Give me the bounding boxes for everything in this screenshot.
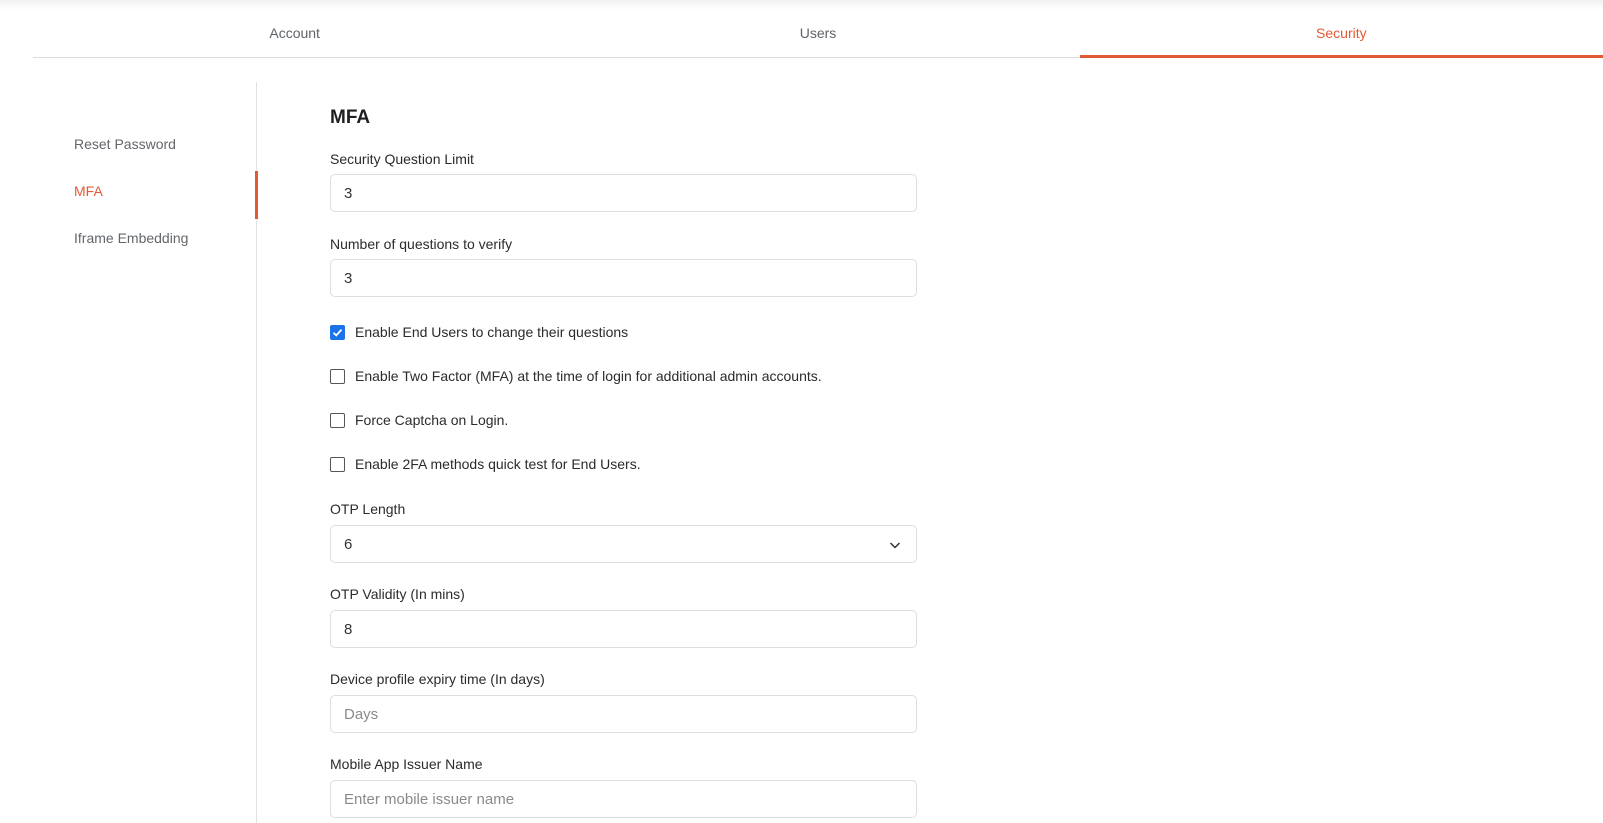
checkbox-row-2fa-quick-test[interactable]: Enable 2FA methods quick test for End Us… (330, 456, 641, 472)
checkbox-row-change-questions[interactable]: Enable End Users to change their questio… (330, 324, 628, 340)
otp-validity-label: OTP Validity (In mins) (330, 586, 465, 602)
tab-security[interactable]: Security (1079, 0, 1603, 58)
questions-to-verify-label: Number of questions to verify (330, 236, 513, 252)
tab-account[interactable]: Account (33, 0, 556, 57)
otp-length-select[interactable]: 6 (330, 525, 917, 563)
device-profile-expiry-input[interactable] (330, 695, 917, 733)
questions-to-verify-input[interactable] (330, 259, 917, 297)
mobile-issuer-label: Mobile App Issuer Name (330, 756, 483, 772)
security-sidebar: Reset Password MFA Iframe Embedding (0, 82, 258, 823)
settings-tabs: Account Users Security (33, 0, 1603, 58)
checkbox-label: Enable End Users to change their questio… (355, 324, 629, 340)
sidebar-active-indicator (255, 171, 258, 219)
checkbox-row-two-factor-admin[interactable]: Enable Two Factor (MFA) at the time of l… (330, 368, 822, 384)
checkbox-label: Force Captcha on Login. (355, 412, 509, 428)
checkbox-force-captcha[interactable] (330, 412, 345, 428)
page-title: MFA (330, 107, 371, 128)
checkbox-change-questions[interactable] (330, 324, 345, 340)
chevron-down-icon (889, 542, 901, 549)
checkbox-row-force-captcha[interactable]: Force Captcha on Login. (330, 412, 508, 428)
otp-length-value: 6 (344, 535, 353, 553)
device-profile-expiry-label: Device profile expiry time (In days) (330, 671, 545, 687)
checkbox-label: Enable 2FA methods quick test for End Us… (355, 456, 641, 472)
checkmark-icon (332, 328, 343, 337)
tab-users[interactable]: Users (556, 0, 1079, 57)
sidebar-item-mfa[interactable]: MFA (74, 183, 103, 199)
checkbox-label: Enable Two Factor (MFA) at the time of l… (355, 368, 822, 384)
checkbox-2fa-quick-test[interactable] (330, 456, 345, 472)
mobile-issuer-input[interactable] (330, 780, 917, 818)
sidebar-item-iframe-embedding[interactable]: Iframe Embedding (74, 230, 188, 246)
sidebar-item-reset-password[interactable]: Reset Password (74, 136, 176, 152)
otp-validity-input[interactable] (330, 610, 917, 648)
security-question-limit-label: Security Question Limit (330, 151, 474, 167)
otp-length-label: OTP Length (330, 501, 406, 517)
security-question-limit-input[interactable] (330, 174, 917, 212)
checkbox-two-factor-admin[interactable] (330, 368, 345, 384)
